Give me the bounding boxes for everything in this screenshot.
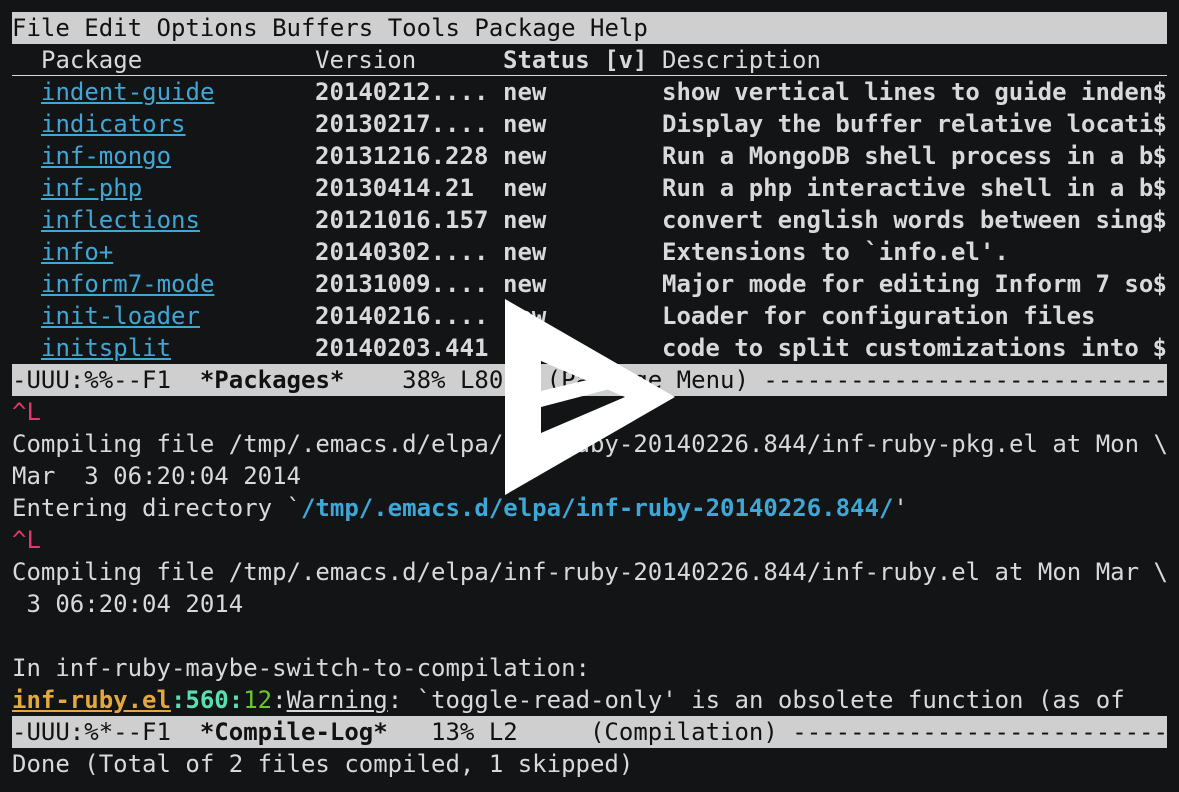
package-status: new: [503, 110, 547, 138]
package-name-link[interactable]: indent-guide: [41, 76, 214, 108]
compile-log-line: 3 06:20:04 2014: [12, 590, 244, 618]
warning-file-link[interactable]: inf-ruby.el: [12, 686, 171, 714]
package-name-link[interactable]: initsplit: [41, 332, 171, 364]
menu-tools[interactable]: Tools: [388, 14, 460, 42]
mode-line-suffix: 13% L2 (Compilation) -------------------…: [431, 718, 1167, 746]
package-version: 20130217....: [315, 110, 489, 138]
package-status: new: [503, 142, 547, 170]
package-status: new: [503, 174, 547, 202]
package-version: 20121016.157: [315, 206, 489, 234]
directory-link[interactable]: /tmp/.emacs.d/elpa/inf-ruby-20140226.844…: [301, 494, 893, 522]
package-row: indicators 20130217.... new Display the buf…: [12, 108, 1167, 140]
package-description: code to split customizations into: [662, 334, 1154, 362]
mode-line-buffer-name[interactable]: *Compile-Log*: [200, 718, 388, 746]
truncation-marker: $: [1152, 270, 1167, 298]
menu-help[interactable]: Help: [590, 14, 648, 42]
compile-log-line: Compiling file /tmp/.emacs.d/elpa/inf-ru…: [12, 558, 1167, 586]
mode-line-compile-log: -UUU:%*--F1 *Compile-Log* 13% L2 (Compil…: [12, 716, 1167, 748]
package-name-link[interactable]: inflections: [41, 204, 200, 236]
truncation-marker: $: [1152, 174, 1167, 202]
form-feed: ^L: [12, 526, 41, 554]
warning-label: Warning: [286, 686, 388, 714]
header-version[interactable]: Version: [315, 44, 416, 75]
package-version: 20131216.228: [315, 142, 489, 170]
package-description: Extensions to `info.el'.: [662, 238, 1009, 266]
function-context-line: In inf-ruby-maybe-switch-to-compilation:: [12, 654, 590, 682]
truncation-marker: $: [1152, 78, 1167, 106]
package-version: 20140302....: [315, 238, 489, 266]
package-name-link[interactable]: inf-php: [41, 172, 142, 204]
entering-directory-label: Entering directory `: [12, 494, 301, 522]
header-status[interactable]: Status [v]: [503, 44, 648, 75]
package-status: new: [503, 78, 547, 106]
menu-file[interactable]: File: [12, 14, 70, 42]
mode-line-prefix: -UUU:%*--F1: [12, 718, 200, 746]
package-list-header: Package Version Status [v] Description: [12, 44, 1167, 76]
package-version: 20131009....: [315, 270, 489, 298]
mode-line-buffer-name[interactable]: *Packages*: [200, 366, 345, 394]
package-name-link[interactable]: indicators: [41, 108, 186, 140]
package-description: Major mode for editing Inform 7 so: [662, 270, 1154, 298]
header-description[interactable]: Description: [662, 44, 821, 75]
package-version: 20140212....: [315, 78, 489, 106]
echo-area: Done (Total of 2 files compiled, 1 skipp…: [12, 750, 634, 778]
menu-package[interactable]: Package: [474, 14, 575, 42]
package-description: show vertical lines to guide inden: [662, 78, 1154, 106]
package-row: inf-php 20130414.21 new Run a php interacti…: [12, 172, 1167, 204]
package-description: Loader for configuration files: [662, 302, 1096, 330]
package-version: 20140203.441: [315, 334, 489, 362]
package-row: indent-guide 20140212.... new show vertical…: [12, 76, 1167, 108]
package-row: info+ 20140302.... new Extensions to `info.…: [12, 236, 1167, 268]
truncation-marker: $: [1152, 110, 1167, 138]
truncation-marker: $: [1152, 206, 1167, 234]
mode-line-prefix: -UUU:%%--F1: [12, 366, 200, 394]
package-description: Run a MongoDB shell process in a b: [662, 142, 1154, 170]
warning-message: : `toggle-read-only' is an obsolete func…: [387, 686, 1125, 714]
package-version: 20140216....: [315, 302, 489, 330]
package-row: inflections 20121016.157 new convert englis…: [12, 204, 1167, 236]
play-icon[interactable]: [505, 299, 675, 495]
mode-line-suffix: 38% L80 (Package Menu) -----------------…: [402, 366, 1167, 394]
warning-line: inf-ruby.el:560:12:Warning: `toggle-read…: [12, 686, 1125, 714]
package-description: Display the buffer relative locati: [662, 110, 1154, 138]
truncation-marker: $: [1152, 142, 1167, 170]
truncation-marker: $: [1152, 334, 1167, 362]
package-name-link[interactable]: info+: [41, 236, 113, 268]
package-version: 20130414.21: [315, 174, 474, 202]
package-description: convert english words between sing: [662, 206, 1154, 234]
warning-column-number: 12: [243, 686, 273, 714]
package-status: new: [503, 206, 547, 234]
package-row: inf-mongo 20131216.228 new Run a MongoDB sh…: [12, 140, 1167, 172]
package-row: inform7-mode 20131009.... new Major mode fo…: [12, 268, 1167, 300]
package-name-link[interactable]: inform7-mode: [41, 268, 214, 300]
entering-directory-line: Entering directory `/tmp/.emacs.d/elpa/i…: [12, 492, 1167, 524]
warning-line-number: 560: [185, 686, 229, 714]
package-status: new: [503, 270, 547, 298]
package-description: Run a php interactive shell in a b: [662, 174, 1154, 202]
package-name-link[interactable]: inf-mongo: [41, 140, 171, 172]
package-status: new: [503, 238, 547, 266]
menu-buffers[interactable]: Buffers: [272, 14, 373, 42]
entering-directory-quote: ': [893, 494, 908, 522]
package-name-link[interactable]: init-loader: [41, 300, 200, 332]
header-package[interactable]: Package: [41, 44, 142, 75]
menu-bar: File Edit Options Buffers Tools Package …: [12, 12, 1167, 44]
menu-edit[interactable]: Edit: [84, 14, 142, 42]
menu-options[interactable]: Options: [157, 14, 258, 42]
